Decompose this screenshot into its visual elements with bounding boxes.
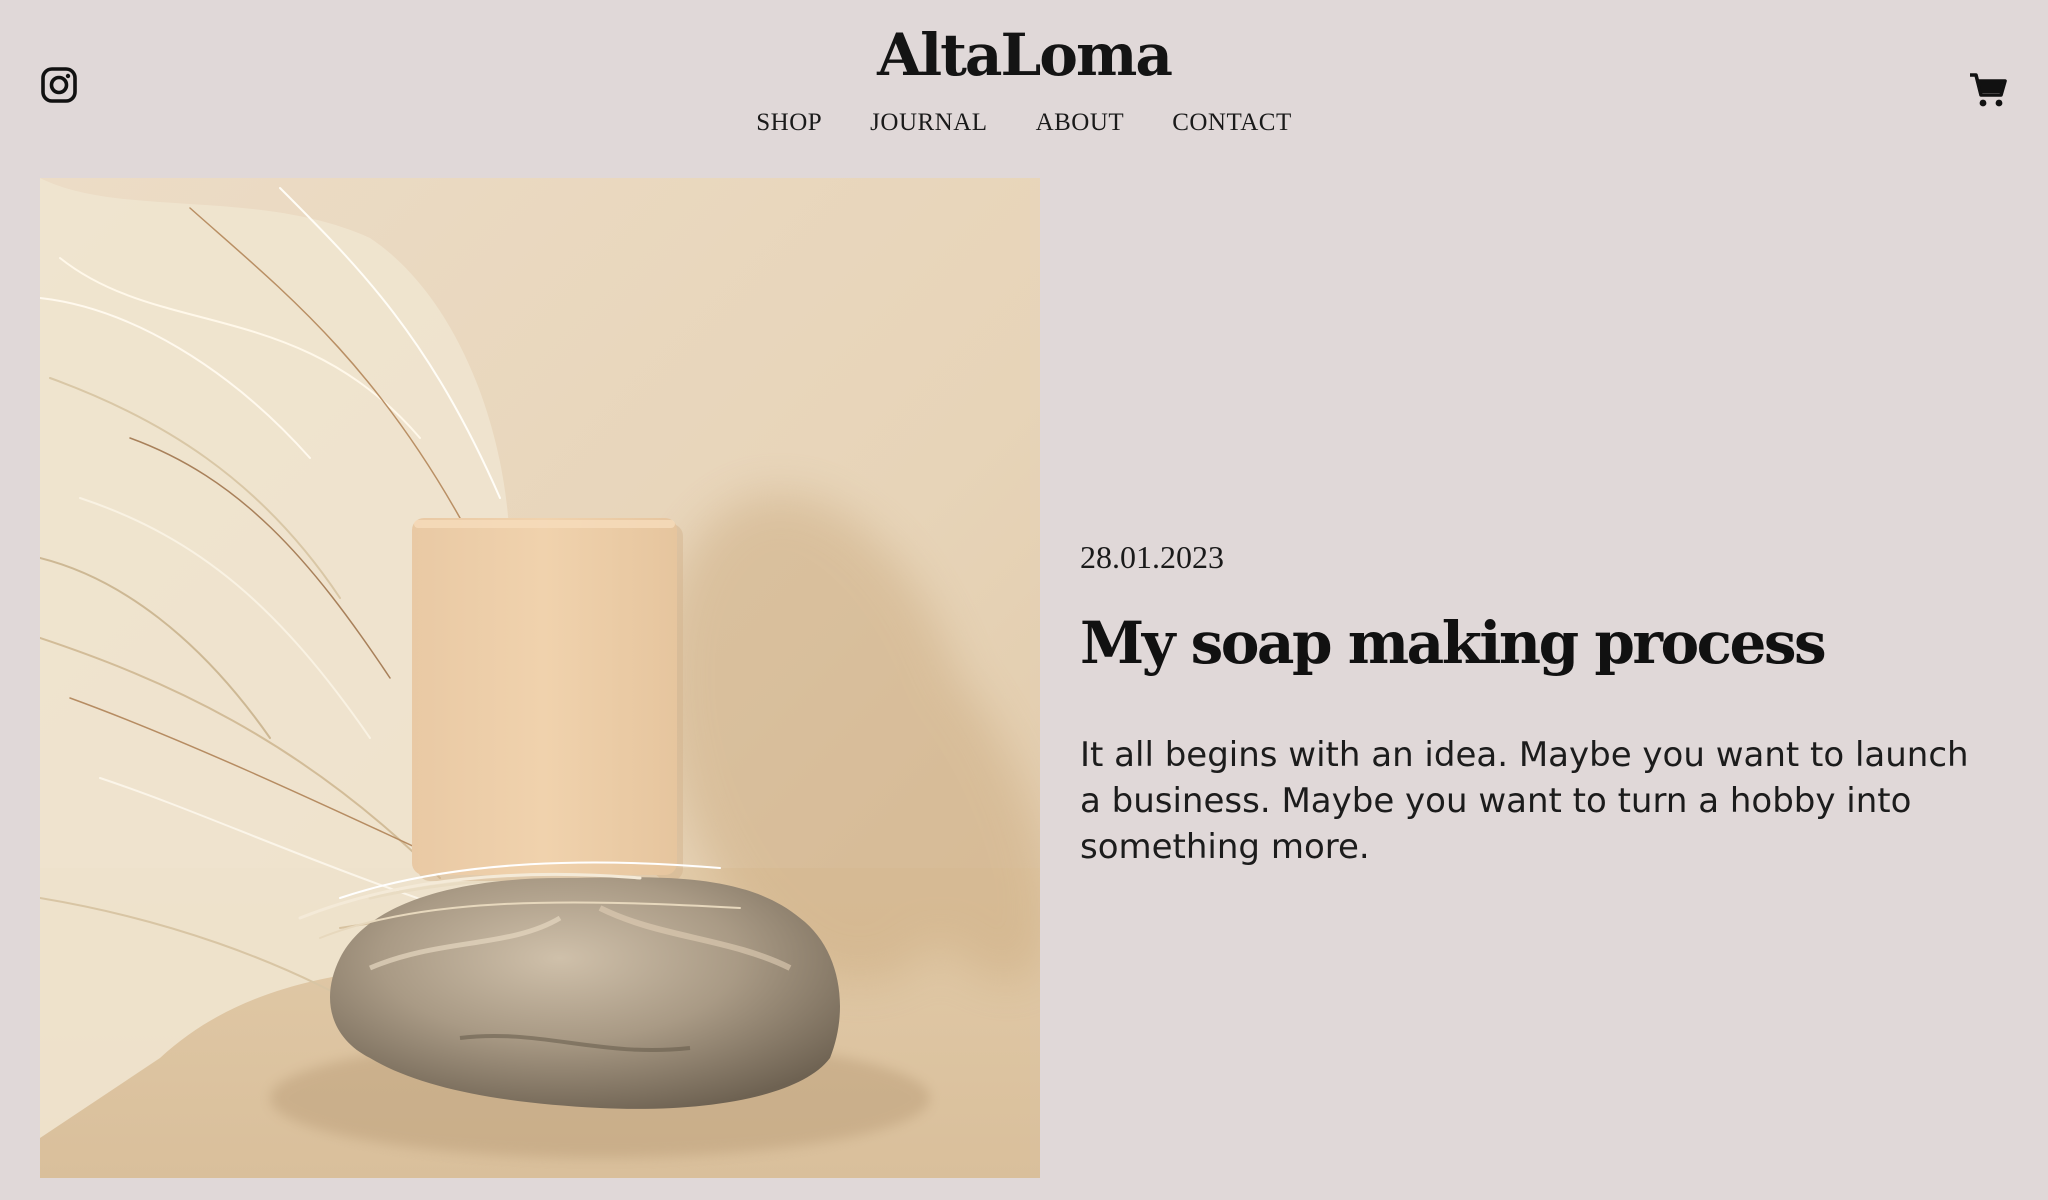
site-logo[interactable]: AltaLoma (0, 18, 2048, 92)
journal-post-preview: 28.01.2023 My soap making process It all… (1080, 536, 1980, 870)
post-title[interactable]: My soap making process (1080, 606, 1980, 680)
post-featured-image[interactable] (40, 178, 1040, 1178)
soap-on-rock-photo (40, 178, 1040, 1178)
nav-item-journal[interactable]: JOURNAL (870, 106, 987, 140)
cart-icon[interactable] (1968, 70, 2008, 110)
nav-item-about[interactable]: ABOUT (1036, 106, 1125, 140)
nav-item-contact[interactable]: CONTACT (1172, 106, 1292, 140)
post-excerpt: It all begins with an idea. Maybe you wa… (1080, 735, 1969, 867)
site-header: AltaLoma SHOP JOURNAL ABOUT CONTACT (0, 0, 2048, 170)
main-nav: SHOP JOURNAL ABOUT CONTACT (0, 106, 2048, 140)
post-date: 28.01.2023 (1080, 539, 1224, 575)
nav-item-shop[interactable]: SHOP (756, 106, 822, 140)
